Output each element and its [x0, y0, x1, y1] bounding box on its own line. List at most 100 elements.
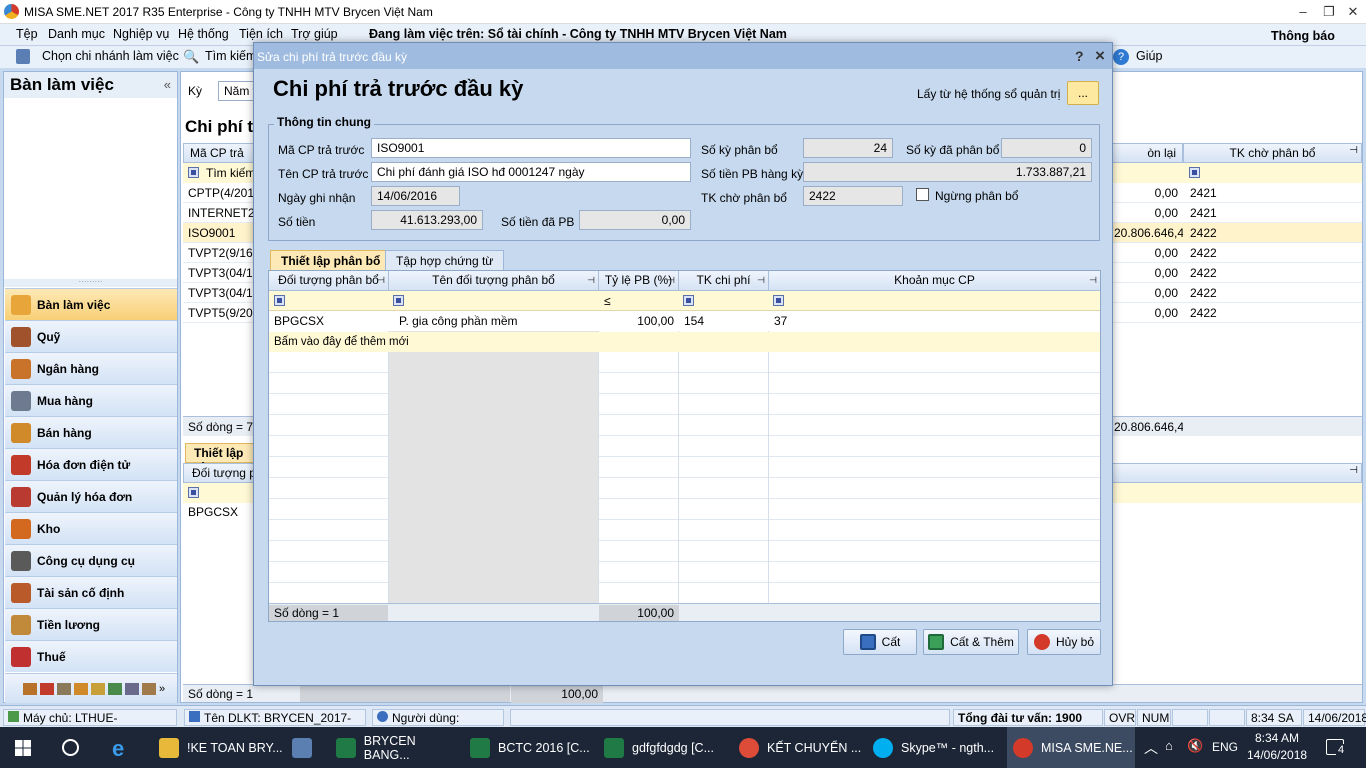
pin-icon[interactable]: ⊣ [757, 271, 765, 290]
collapse-sidebar-icon[interactable]: « [164, 77, 171, 92]
more-shortcuts-icon[interactable]: » [159, 683, 165, 695]
add-new-row-text[interactable]: Bấm vào đây để thêm mới [269, 332, 414, 352]
row-expense-item[interactable]: 37 [769, 311, 792, 331]
sidebar-item-desk[interactable]: Bàn làm việc [5, 288, 177, 320]
shortcut-icon[interactable] [74, 682, 88, 695]
minimize-button[interactable]: – [1290, 0, 1316, 24]
allocated-field[interactable]: 0,00 [579, 210, 691, 230]
pin-icon[interactable]: ⊣ [667, 271, 675, 290]
col-header-object-name[interactable]: Tên đối tượng phân bổ ⊣ [389, 271, 599, 291]
sidebar-item-invoice[interactable]: Quản lý hóa đơn [5, 480, 177, 512]
edge-icon[interactable]: e [112, 736, 124, 762]
ratio-filter-operator[interactable]: ≤ [599, 291, 616, 311]
date-field[interactable]: 14/06/2016 [371, 186, 460, 206]
restore-button[interactable]: ❐ [1316, 0, 1342, 24]
col-header-ratio[interactable]: Tỷ lệ PB (%) ⊣ [599, 271, 679, 291]
table-row[interactable]: BPGCSX P. gia công phần mềm 100,00 154 3… [269, 311, 1100, 331]
taskbar-app[interactable]: KẾT CHUYỂN ... [739, 727, 867, 768]
amount-field[interactable]: 41.613.293,00 [371, 210, 483, 230]
shortcut-icon[interactable] [57, 682, 71, 695]
pin-icon[interactable]: ⊣ [1349, 465, 1358, 476]
per-period-field[interactable]: 1.733.887,21 [803, 162, 1092, 182]
sidebar-item-salary[interactable]: Tiền lương [5, 608, 177, 640]
start-icon[interactable] [15, 740, 31, 756]
taskbar-app[interactable] [292, 727, 328, 768]
menu-item-catalog[interactable]: Danh mục [48, 27, 105, 41]
taskbar-app[interactable]: gdfgfdgdg [C... [604, 727, 732, 768]
search-circle-icon[interactable] [62, 739, 79, 756]
clock-time[interactable]: 8:34 AM [1255, 731, 1299, 745]
col-header-expense-item[interactable]: Khoản mục CP ⊣ [769, 271, 1100, 291]
sidebar-item-tax[interactable]: Thuế [5, 640, 177, 672]
sidebar-item-sales[interactable]: Bán hàng [5, 416, 177, 448]
menu-item-utilities[interactable]: Tiện ích [239, 27, 283, 41]
filter-icon[interactable] [188, 167, 199, 178]
search-filter-text[interactable]: Tìm kiếm [201, 163, 260, 183]
shortcut-icon[interactable] [125, 682, 139, 695]
code-field[interactable]: ISO9001 [371, 138, 691, 158]
search-button[interactable]: Tìm kiếm [205, 49, 256, 63]
sidebar-item-cart[interactable]: Mua hàng [5, 384, 177, 416]
period-select[interactable]: Năm t [218, 81, 258, 101]
save-button[interactable]: Cất [843, 629, 917, 655]
clock-date[interactable]: 14/06/2018 [1247, 748, 1307, 762]
col-header-expense-account[interactable]: TK chi phí ⊣ [679, 271, 769, 291]
pin-icon[interactable]: ⊣ [587, 271, 595, 290]
save-add-button[interactable]: Cất & Thêm [923, 629, 1019, 655]
filter-icon[interactable] [274, 295, 285, 306]
taskbar-app[interactable]: BCTC 2016 [C... [470, 727, 598, 768]
sidebar-item-cash[interactable]: Quỹ [5, 320, 177, 352]
sidebar-item-bank[interactable]: Ngân hàng [5, 352, 177, 384]
taskbar-app[interactable]: BRYCEN BANG... [336, 727, 464, 768]
dialog-close-button[interactable]: × [1095, 46, 1105, 66]
taskbar-app[interactable]: MISA SME.NE... [1007, 727, 1135, 768]
taskbar-app[interactable]: !KE TOAN BRY... [159, 727, 287, 768]
notifications-link[interactable]: Thông báo [1271, 29, 1335, 43]
shortcut-icon[interactable] [91, 682, 105, 695]
menu-item-help[interactable]: Trợ giúp [291, 27, 338, 41]
add-new-row[interactable]: Bấm vào đây để thêm mới [269, 332, 1100, 352]
bottom-row-object[interactable]: BPGCSX [183, 502, 243, 522]
language-indicator[interactable]: ENG [1212, 740, 1238, 754]
filter-icon[interactable] [683, 295, 694, 306]
close-window-button[interactable]: ✕ [1340, 0, 1366, 24]
tray-up-icon[interactable]: ︿ [1144, 738, 1158, 758]
tab-allocation-setup[interactable]: Thiết lập phân bổ [270, 250, 392, 270]
sidebar-item-tools[interactable]: Công cụ dụng cụ [5, 544, 177, 576]
filter-icon[interactable] [393, 295, 404, 306]
pin-icon[interactable]: ⊣ [1349, 145, 1358, 156]
sidebar-splitter[interactable]: ········· [4, 278, 177, 287]
cancel-button[interactable]: Hủy bỏ [1027, 629, 1101, 655]
periods-field[interactable]: 24 [803, 138, 893, 158]
pin-icon[interactable]: ⊣ [377, 271, 385, 290]
filter-icon[interactable] [1189, 167, 1200, 178]
periods-done-field[interactable]: 0 [1001, 138, 1092, 158]
tab-document-collection[interactable]: Tập hợp chứng từ [385, 250, 505, 270]
help-button[interactable]: Giúp [1136, 49, 1162, 63]
col-header-object[interactable]: Đối tượng phân bổ ⊣ [269, 271, 389, 291]
shortcut-icon[interactable] [108, 682, 122, 695]
shortcut-icon[interactable] [23, 682, 37, 695]
sidebar-item-e-invoice[interactable]: Hóa đơn điện tử [5, 448, 177, 480]
filter-icon[interactable] [773, 295, 784, 306]
from-mgmt-button[interactable]: ... [1067, 81, 1099, 105]
sidebar-item-asset[interactable]: Tài sản cố định [5, 576, 177, 608]
pin-icon[interactable]: ⊣ [1089, 271, 1097, 290]
shortcut-icon[interactable] [40, 682, 54, 695]
sidebar-item-warehouse[interactable]: Kho [5, 512, 177, 544]
menu-item-system[interactable]: Hệ thống [178, 27, 229, 41]
pending-account-field[interactable]: 2422 [803, 186, 903, 206]
stop-allocation-checkbox[interactable] [916, 188, 929, 201]
taskbar-app[interactable]: Skype™ - ngth... [873, 727, 1001, 768]
choose-branch-button[interactable]: Chọn chi nhánh làm việc [42, 49, 179, 63]
volume-icon[interactable]: 🔇 [1187, 738, 1203, 754]
menu-item-file[interactable]: Tệp [16, 27, 38, 41]
shortcut-icon[interactable] [142, 682, 156, 695]
dialog-help-button[interactable]: ? [1075, 48, 1084, 64]
name-field[interactable]: Chi phí đánh giá ISO hđ 0001247 ngày [371, 162, 691, 182]
row-object[interactable]: BPGCSX [269, 311, 329, 331]
filter-icon[interactable] [188, 487, 199, 498]
row-ratio[interactable]: 100,00 [599, 311, 679, 331]
network-icon[interactable]: ⌂ [1165, 738, 1173, 753]
row-expense-account[interactable]: 154 [679, 311, 709, 331]
